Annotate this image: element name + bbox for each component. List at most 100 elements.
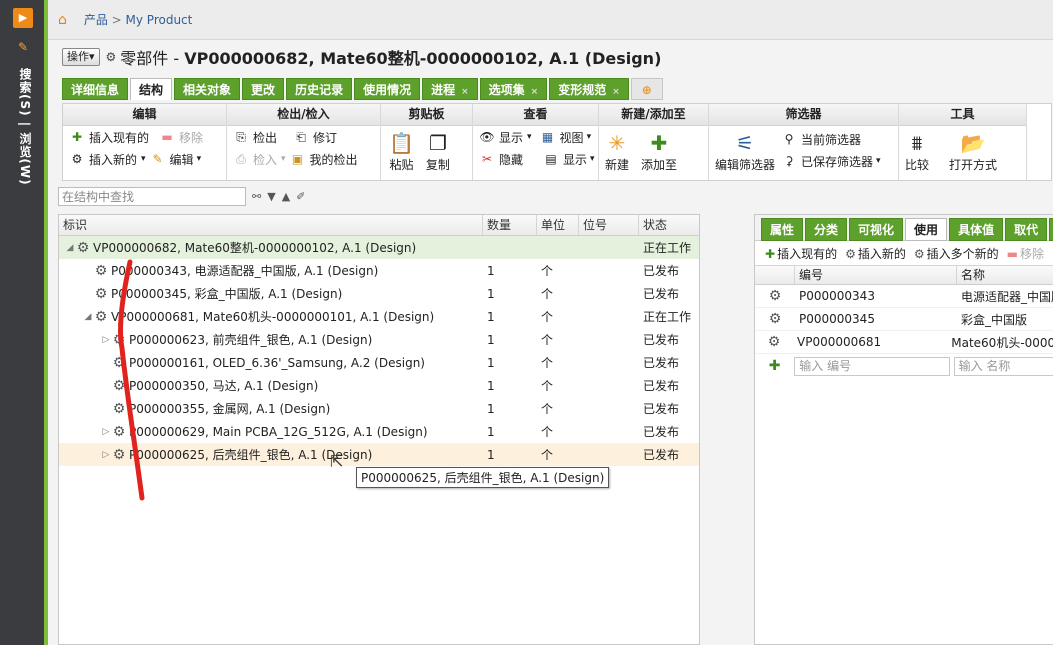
- tree-row-status: 已发布: [643, 356, 680, 370]
- home-icon[interactable]: ⌂: [58, 12, 74, 28]
- usage-row[interactable]: ⚙ P000000343 电源适配器_中国版: [755, 285, 1053, 308]
- saved-filter-button[interactable]: 已保存筛选器: [801, 153, 873, 170]
- usage-insert-existing-button[interactable]: 插入现有的: [777, 247, 837, 261]
- actions-button[interactable]: 操作▾: [62, 48, 100, 66]
- tab-2[interactable]: 相关对象: [174, 78, 241, 100]
- tree-row[interactable]: ⚙ P000000161, OLED_6.36'_Samsung, A.2 (De…: [59, 351, 699, 374]
- edit-button[interactable]: 编辑: [170, 151, 194, 168]
- detail-tab-3[interactable]: 使用: [905, 218, 948, 241]
- col-unit[interactable]: 单位: [537, 215, 579, 235]
- chevron-down-icon[interactable]: ▾: [590, 154, 595, 164]
- structure-search-input[interactable]: 在结构中查找: [58, 186, 246, 206]
- breadcrumb-root[interactable]: 产品: [84, 13, 108, 27]
- add-tab-icon[interactable]: ⊕: [630, 78, 663, 100]
- tab-0[interactable]: 详细信息: [62, 78, 129, 100]
- tree-row[interactable]: ⚙ P000000345, 彩盒_中国版, A.1 (Design) 1 个 已发布: [59, 282, 699, 305]
- view-button[interactable]: 视图: [560, 129, 584, 146]
- tab-1[interactable]: 结构: [130, 78, 173, 100]
- tree-row[interactable]: ▷ ⚙ P000000625, 后壳组件_银色, A.1 (Design) 1 个已发布: [59, 443, 699, 466]
- name-input[interactable]: 输入 名称: [953, 356, 1053, 376]
- show-button[interactable]: 显示: [499, 129, 523, 146]
- chevron-down-icon[interactable]: ▾: [587, 132, 592, 142]
- tab-8[interactable]: 变形规范 ×: [549, 78, 629, 100]
- expand-toggle-icon[interactable]: ◢: [65, 243, 75, 253]
- close-tab-icon[interactable]: ×: [612, 87, 620, 97]
- number-input[interactable]: 输入 编号: [794, 356, 950, 376]
- chevron-down-icon[interactable]: ▾: [876, 156, 881, 166]
- tree-row[interactable]: ⚙ P000000350, 马达, A.1 (Design) 1 个 已发布: [59, 374, 699, 397]
- expand-toggle-icon[interactable]: ▷: [101, 335, 111, 345]
- detail-tab-4[interactable]: 具体值: [949, 218, 1004, 241]
- close-tab-icon[interactable]: ×: [531, 87, 539, 97]
- chevron-down-icon[interactable]: ▾: [141, 154, 146, 164]
- detail-tab-0[interactable]: 属性: [761, 218, 804, 241]
- col-quantity[interactable]: 数量: [483, 215, 537, 235]
- checkin-button[interactable]: 检入: [253, 151, 277, 168]
- revise-button[interactable]: 修订: [313, 129, 337, 146]
- compare-button[interactable]: ⩩ 比较: [899, 126, 935, 173]
- col-number[interactable]: 编号: [795, 266, 957, 284]
- display-button[interactable]: 显示: [563, 151, 587, 168]
- tab-4[interactable]: 历史记录: [286, 78, 353, 100]
- usage-remove-button[interactable]: 移除: [1020, 247, 1044, 261]
- usage-row[interactable]: ⚙ VP000000681 Mate60机头-0000000101: [755, 331, 1053, 354]
- detail-tab-2[interactable]: 可视化: [849, 218, 904, 241]
- expand-toggle-icon[interactable]: ◢: [83, 312, 93, 322]
- breadcrumb-current[interactable]: My Product: [126, 13, 193, 27]
- highlight-icon[interactable]: ✐: [296, 190, 305, 203]
- insert-new-button[interactable]: 插入新的: [89, 151, 137, 168]
- tree-row-qty: 1: [487, 286, 495, 301]
- usage-row[interactable]: ⚙ P000000345 彩盒_中国版: [755, 308, 1053, 331]
- tree-row[interactable]: ⚙ P000000355, 金属网, A.1 (Design) 1 个 已发布: [59, 397, 699, 420]
- expand-toggle-icon[interactable]: ▷: [101, 427, 111, 437]
- tools-group: 工具 ⩩ 比较 📂 打开方式: [899, 104, 1027, 180]
- add-row-icon[interactable]: ✚: [755, 358, 794, 374]
- close-tab-icon[interactable]: ×: [461, 87, 469, 97]
- tab-6[interactable]: 进程 ×: [422, 78, 478, 100]
- col-position[interactable]: 位号: [579, 215, 639, 235]
- usage-insert-new-button[interactable]: 插入新的: [858, 247, 906, 261]
- tree-row-label: VP000000682, Mate60整机-0000000102, A.1 (D…: [93, 241, 417, 255]
- binoculars-icon[interactable]: ⚯: [252, 190, 261, 203]
- chevron-down-icon[interactable]: ▾: [197, 154, 202, 164]
- pin-icon[interactable]: ✎: [18, 40, 28, 54]
- tab-5[interactable]: 使用情况: [354, 78, 421, 100]
- tree-row[interactable]: ▷ ⚙ P000000629, Main PCBA_12G_512G, A.1 (D…: [59, 420, 699, 443]
- chevron-up-icon[interactable]: ▲: [282, 190, 290, 203]
- tree-row[interactable]: ⚙ P000000343, 电源适配器_中国版, A.1 (Design) 1 个 已发…: [59, 259, 699, 282]
- tab-label: 详细信息: [71, 83, 120, 97]
- edit-filter-button[interactable]: ⚟ 编辑筛选器: [709, 126, 781, 173]
- tree-row[interactable]: ▷ ⚙ P000000623, 前壳组件_银色, A.1 (Design) 1 个 已发布: [59, 328, 699, 351]
- col-status[interactable]: 状态: [639, 215, 667, 235]
- my-checkouts-button[interactable]: 我的检出: [310, 151, 358, 168]
- paste-button[interactable]: 📋 粘贴: [383, 126, 420, 173]
- open-with-button[interactable]: 📂 打开方式: [935, 126, 1003, 173]
- col-name[interactable]: 名称: [957, 266, 985, 284]
- usage-insert-multi-button[interactable]: 插入多个新的: [927, 247, 999, 261]
- part-gear-icon: ⚙: [94, 285, 108, 302]
- chevron-down-icon[interactable]: ▾: [527, 132, 532, 142]
- current-filter-button[interactable]: 当前筛选器: [801, 131, 861, 148]
- insert-existing-button[interactable]: 插入现有的: [89, 129, 149, 146]
- detail-tab-1[interactable]: 分类: [805, 218, 848, 241]
- tab-7[interactable]: 选项集 ×: [479, 78, 548, 100]
- chevron-down-icon[interactable]: ▼: [267, 190, 275, 203]
- tree-row-label: P000000343, 电源适配器_中国版, A.1 (Design): [111, 264, 379, 278]
- expand-toggle-icon[interactable]: ▷: [101, 450, 111, 460]
- new-button[interactable]: ✳ 新建: [599, 126, 635, 173]
- part-gear-icon: ⚙: [768, 311, 782, 327]
- checkout-button[interactable]: 检出: [253, 129, 277, 146]
- col-identity[interactable]: 标识: [59, 215, 483, 235]
- hide-button[interactable]: 隐藏: [499, 151, 523, 168]
- panel-toggle-icon[interactable]: ▶: [13, 8, 33, 28]
- remove-button[interactable]: 移除: [179, 129, 203, 146]
- tree-row[interactable]: ◢ ⚙ VP000000681, Mate60机头-0000000101, A.1 …: [59, 305, 699, 328]
- detail-tab-6[interactable]: 文档: [1049, 218, 1053, 241]
- add-to-button[interactable]: ✚ 添加至: [635, 126, 683, 173]
- copy-icon: ❐: [428, 131, 447, 155]
- detail-tab-5[interactable]: 取代: [1005, 218, 1048, 241]
- tree-row[interactable]: ◢ ⚙ VP000000682, Mate60整机-0000000102, A.1 …: [59, 236, 699, 259]
- tab-3[interactable]: 更改: [242, 78, 285, 100]
- copy-button[interactable]: ❐ 复制: [420, 126, 456, 173]
- navigator-tabs[interactable]: 搜索(S) | 浏览(W): [17, 68, 34, 186]
